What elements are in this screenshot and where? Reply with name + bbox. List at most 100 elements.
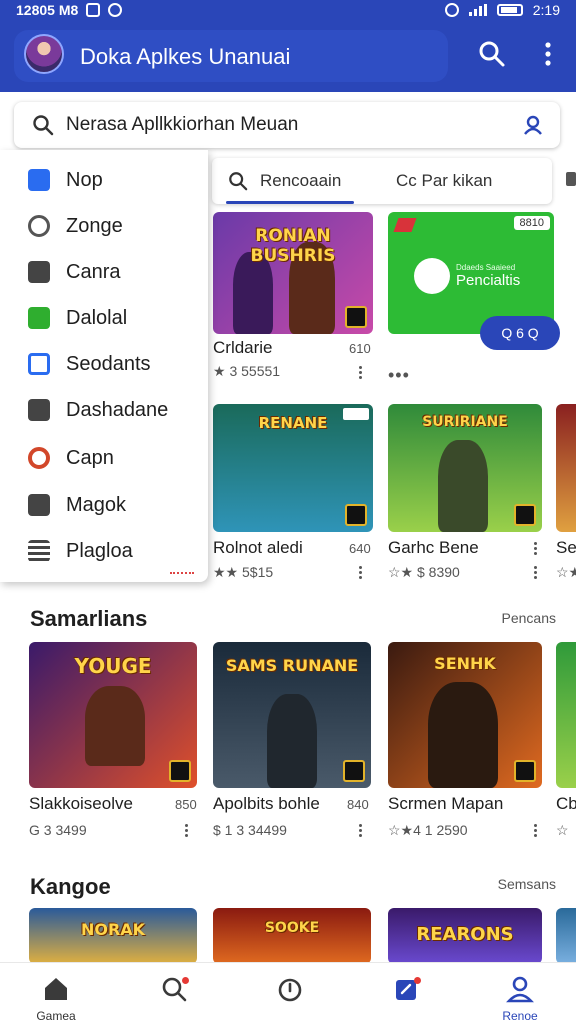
nav-updates[interactable] [250,963,330,1024]
nav-games[interactable]: Gamea [16,963,96,1024]
app-rating: ☆★4 1 2590 [388,822,468,838]
drawer-item-label: Dashadane [66,398,169,421]
drawer-item-seodants[interactable]: Seodants [0,342,208,386]
drawer-item-capn[interactable]: Capn [0,436,208,480]
app-thumbnail[interactable] [556,908,576,964]
character-figure [267,694,317,788]
app-thumbnail[interactable]: NORAK [29,908,197,964]
app-thumbnail[interactable]: SOOKE [213,908,371,964]
nav-profile[interactable]: Renoe [480,963,560,1024]
nav-search[interactable] [134,963,214,1024]
tab-bar: Rencoaain Cc Par kikan [212,158,552,204]
drawer-item-label: Capn [66,446,114,469]
app-size: 610 [349,341,371,356]
section-title: Kangoe [30,874,111,899]
drawer-item-label: Nop [66,168,103,191]
box-x-icon [28,494,50,516]
drawer-item-dalolal[interactable]: Dalolal [0,296,208,340]
drawer-item-nop[interactable]: Nop [0,158,208,202]
app-card-peek[interactable]: Se ☆★ [556,404,576,584]
section-see-more-link[interactable]: Semsans [498,876,556,892]
app-title: Slakkoiseolve [29,794,133,813]
app-size: 850 [175,797,197,812]
drawer-item-label: Plagloa [66,539,133,562]
app-card[interactable]: RENANE Rolnot aledi 640 ★★ 5$15 [213,404,373,584]
drawer-item-label: Canra [66,260,121,283]
status-badge: 8810 [513,216,550,230]
featured-title: Pencialtis [456,272,521,289]
drawer-item-magok[interactable]: Magok [0,483,208,527]
app-title: Crldarie [213,338,273,357]
list-icon [28,540,50,562]
more-vert-icon[interactable] [534,542,538,556]
notification-dot [414,977,421,984]
app-thumbnail[interactable]: REARONS [388,908,542,964]
drawer-item-label: Seodants [66,352,151,375]
more-horiz-icon[interactable]: ••• [388,365,410,386]
avatar[interactable] [24,34,64,74]
drawer-item-plagloa[interactable]: Plagloa [0,529,208,573]
character-figure [85,686,145,766]
character-figure [438,440,488,532]
app-a-icon [28,169,50,191]
more-vert-icon[interactable] [359,824,363,838]
app-card-peek[interactable]: Cb ☆ [556,642,576,842]
drawer-item-canra[interactable]: Canra [0,250,208,294]
bottom-navigation: Gamea Renoe [0,962,576,1024]
search-icon[interactable] [478,40,506,68]
more-vert-icon[interactable] [534,566,538,580]
voice-search-icon[interactable] [522,114,544,136]
app-card[interactable]: SURIRIANE Garhc Bene ☆★ $ 8390 [388,404,548,584]
tab-recommended[interactable]: Rencoaain [260,158,341,204]
home-icon [45,978,67,1000]
app-card[interactable]: SENHK Scrmen Mapan ☆★4 1 2590 [388,642,548,842]
nav-label: Gamea [36,1009,76,1023]
app-card[interactable]: YOUGE Slakkoiseolve 850 G 3 3499 [29,642,199,842]
battery-icon [496,4,523,16]
floating-action-button[interactable]: Q 6 Q [480,316,560,350]
profile-icon [506,976,534,1003]
app-card[interactable]: RONIAN BUSHRIS Crldarie 610 ★ 3 55551 [213,212,373,382]
section-see-more-link[interactable]: Pencans [502,610,556,626]
more-vert-icon[interactable] [538,40,558,68]
app-card[interactable]: SAMS RUNANE Apolbits bohle 840 $ 1 3 344… [213,642,373,842]
tab-categories[interactable]: Cc Par kikan [396,158,492,204]
drawer-item-zonge[interactable]: Zonge [0,204,208,248]
drawer-item-dashadane[interactable]: Dashadane [0,388,208,432]
tab-overflow-icon[interactable] [566,172,576,186]
nav-label: Renoe [502,1009,538,1023]
character-figure [428,682,498,788]
rating-badge-icon [345,306,367,328]
status-clock: 2:19 [532,2,560,18]
notification-icon [86,3,101,17]
notification-dot [182,977,189,984]
envelope-icon [28,399,50,421]
app-rating: ☆★ $ 8390 [388,564,460,580]
page-title: Doka Aplkes Unanuai [80,44,291,69]
nav-library[interactable] [366,963,446,1024]
drawer-item-label: Zonge [66,214,123,237]
app-title: Rolnot aledi [213,538,303,557]
app-title: Apolbits bohle [213,794,320,813]
signal-icon [468,4,487,16]
search-input[interactable] [66,110,506,140]
app-thumbnail: RONIAN BUSHRIS [213,212,373,334]
search-icon [229,172,248,191]
more-vert-icon[interactable] [359,566,363,580]
app-thumbnail: SENHK [388,642,542,788]
status-bar: 12805 M8 2:19 [0,0,576,22]
app-rating: ☆ [556,822,569,838]
navigation-drawer: Nop Zonge Canra Dalolal Seodants Dashada… [0,150,208,582]
more-vert-icon[interactable] [185,824,189,838]
app-rating: ★★ 5$15 [213,564,274,580]
thumbnail-title: RONIAN BUSHRIS [250,226,336,266]
more-vert-icon[interactable] [534,824,538,838]
thumbnail-title: SOOKE [264,920,320,936]
tab-indicator [226,201,354,204]
drawer-item-label: Magok [66,493,127,516]
search-bar[interactable] [14,102,560,148]
sync-icon [108,3,123,17]
tools-icon [28,261,50,283]
more-vert-icon[interactable] [359,366,363,380]
rating-badge-icon [514,504,536,526]
